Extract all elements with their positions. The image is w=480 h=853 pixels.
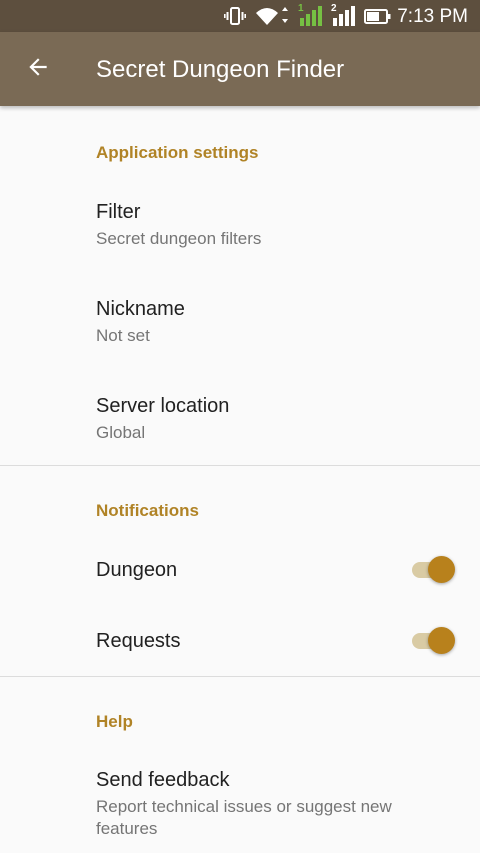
status-bar: 1 2 7:13 PM bbox=[0, 0, 480, 32]
divider bbox=[0, 676, 480, 677]
requests-toggle[interactable] bbox=[410, 627, 456, 655]
switch-thumb bbox=[428, 556, 455, 583]
page-title: Secret Dungeon Finder bbox=[96, 56, 345, 83]
sim1-signal-icon: 1 bbox=[298, 3, 322, 27]
pref-summary: Secret dungeon filters bbox=[96, 229, 262, 248]
vibrate-icon bbox=[224, 5, 246, 27]
pref-filter[interactable]: Filter Secret dungeon filters bbox=[0, 186, 480, 276]
arrow-left-icon bbox=[25, 54, 51, 85]
dungeon-toggle[interactable] bbox=[410, 556, 456, 584]
pref-server-location[interactable]: Server location Global bbox=[0, 380, 480, 470]
battery-icon bbox=[364, 5, 392, 27]
switch-thumb bbox=[428, 627, 455, 654]
section-header-notifications: Notifications bbox=[96, 501, 199, 520]
pref-send-feedback[interactable]: Send feedback Report technical issues or… bbox=[0, 754, 480, 849]
settings-screen: 1 2 7:13 PM Secret Dungeon Finder Applic… bbox=[0, 0, 480, 853]
status-time: 7:13 PM bbox=[397, 6, 468, 27]
status-icons: 1 2 bbox=[224, 3, 392, 28]
pref-summary: Not set bbox=[96, 326, 150, 345]
sim2-label: 2 bbox=[331, 3, 337, 14]
app-bar: Secret Dungeon Finder bbox=[0, 32, 480, 106]
pref-nickname[interactable]: Nickname Not set bbox=[0, 283, 480, 373]
section-header-help: Help bbox=[96, 712, 133, 731]
sim2-signal-icon: 2 bbox=[331, 3, 355, 27]
pref-title: Filter bbox=[96, 201, 141, 223]
pref-summary: Report technical issues or suggest new f… bbox=[96, 797, 392, 838]
pref-title: Send feedback bbox=[96, 769, 230, 791]
section-header-application: Application settings bbox=[96, 143, 259, 162]
sim1-label: 1 bbox=[298, 3, 304, 14]
pref-dungeon[interactable]: Dungeon bbox=[0, 538, 480, 602]
back-button[interactable] bbox=[14, 45, 62, 93]
pref-title: Dungeon bbox=[96, 559, 178, 581]
pref-title: Server location bbox=[96, 395, 230, 417]
pref-title: Requests bbox=[96, 630, 181, 652]
pref-title: Nickname bbox=[96, 298, 185, 320]
pref-summary: Global bbox=[96, 423, 146, 442]
wifi-icon bbox=[255, 5, 289, 27]
pref-requests[interactable]: Requests bbox=[0, 609, 480, 673]
divider bbox=[0, 465, 480, 466]
